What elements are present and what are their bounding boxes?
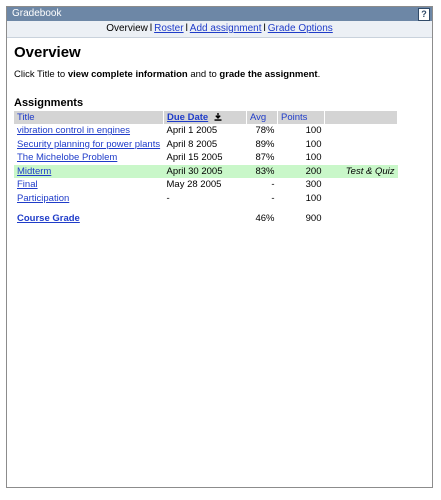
cell-points: 200 <box>277 164 325 178</box>
table-spacer <box>14 205 398 212</box>
column-header-title[interactable]: Title <box>14 111 164 124</box>
cell-type <box>325 151 398 165</box>
cell-type <box>325 124 398 138</box>
nav-add-assignment-link[interactable]: Add assignment <box>190 23 262 34</box>
sort-title-link[interactable]: Title <box>17 112 35 123</box>
cell-title: Security planning for power plants <box>14 138 164 152</box>
cell-points: 300 <box>305 179 322 191</box>
cell-title: Course Grade <box>14 212 164 226</box>
cell-type <box>325 138 398 152</box>
sort-due-date-link[interactable]: Due Date <box>167 112 208 123</box>
assignment-title-link[interactable]: Midterm <box>17 166 51 177</box>
spacer-cell <box>14 205 398 212</box>
table-row: The Michelobe Problem April 15 2005 87% … <box>14 151 398 165</box>
cell-title: Final <box>14 178 164 192</box>
cell-type <box>325 178 398 192</box>
cell-title: vibration control in engines <box>14 124 164 138</box>
assignment-title-link[interactable]: The Michelobe Problem <box>17 152 117 163</box>
assignment-title-link[interactable]: vibration control in engines <box>17 125 130 136</box>
cell-points: 100 <box>305 125 322 137</box>
cell-type: Test & Quiz <box>324 164 398 178</box>
download-arrow-icon <box>214 113 222 121</box>
sort-avg-link[interactable]: Avg <box>250 112 266 123</box>
cell-due-date: - <box>166 192 170 204</box>
page-title: Overview <box>14 44 81 61</box>
table-row: Final May 28 2005 - 300 <box>14 178 398 192</box>
help-icon[interactable]: ? <box>418 8 430 21</box>
cell-title: Participation <box>14 192 164 206</box>
cell-points: 900 <box>305 213 322 225</box>
instructions-text: Click Title to view complete information… <box>14 69 425 80</box>
column-header-type <box>324 111 398 124</box>
cell-due-date: May 28 2005 <box>166 179 222 191</box>
cell-type <box>325 192 398 206</box>
column-header-due-date[interactable]: Due Date <box>163 111 247 124</box>
cell-avg: 83% <box>246 164 278 178</box>
table-header-row: Title Due Date Avg Points <box>14 111 398 124</box>
cell-due-date: April 8 2005 <box>166 138 218 150</box>
cell-due-date <box>164 212 247 226</box>
cell-title: The Michelobe Problem <box>14 151 164 165</box>
assignment-title-link[interactable]: Security planning for power plants <box>17 139 160 150</box>
instructions-bold: view complete information <box>67 69 188 80</box>
table-row: vibration control in engines April 1 200… <box>14 124 398 138</box>
cell-avg: 87% <box>255 152 275 164</box>
cell-points: 100 <box>305 138 322 150</box>
table-row: Midterm April 30 2005 83% 200 Test & Qui… <box>14 164 398 178</box>
table-row: Participation - - 100 <box>14 192 398 206</box>
cell-avg: 89% <box>255 138 275 150</box>
assignments-table: Title Due Date Avg Points vibration cont… <box>14 111 398 226</box>
instructions-part: . <box>317 69 321 80</box>
assignments-heading: Assignments <box>14 97 84 109</box>
cell-points: 100 <box>305 192 322 204</box>
course-grade-link[interactable]: Course Grade <box>17 213 80 224</box>
gradebook-window: Gradebook ? Overview l Roster l Add assignme… <box>6 6 433 488</box>
cell-type <box>325 212 398 226</box>
sort-points-link[interactable]: Points <box>281 112 307 123</box>
cell-due-date: April 1 2005 <box>166 125 218 137</box>
course-grade-row: Course Grade 46% 900 <box>14 212 398 226</box>
nav-overview: Overview <box>106 23 148 34</box>
instructions-bold: grade the assignment <box>219 69 318 80</box>
main-content: Overview Click Title to view complete in… <box>7 44 432 226</box>
assignment-title-link[interactable]: Final <box>17 179 38 190</box>
instructions-part: and to <box>187 69 220 80</box>
column-header-points[interactable]: Points <box>277 111 325 124</box>
nav-bar: Overview l Roster l Add assignment l Grade Opt… <box>7 21 432 38</box>
cell-avg: - <box>271 179 275 191</box>
cell-points: 100 <box>305 152 322 164</box>
instructions-part: Click Title to <box>14 69 68 80</box>
cell-due-date: April 30 2005 <box>163 164 247 178</box>
nav-roster-link[interactable]: Roster <box>154 23 183 34</box>
cell-avg: 46% <box>255 213 275 225</box>
cell-avg: 78% <box>255 125 275 137</box>
nav-grade-options-link[interactable]: Grade Options <box>268 23 333 34</box>
cell-due-date: April 15 2005 <box>166 152 223 164</box>
cell-title: Midterm <box>14 164 164 178</box>
table-row: Security planning for power plants April… <box>14 138 398 152</box>
window-titlebar: Gradebook ? <box>7 7 432 21</box>
column-header-avg[interactable]: Avg <box>246 111 278 124</box>
assignment-title-link[interactable]: Participation <box>17 193 69 204</box>
cell-avg: - <box>271 192 275 204</box>
window-title: Gradebook <box>12 8 62 19</box>
